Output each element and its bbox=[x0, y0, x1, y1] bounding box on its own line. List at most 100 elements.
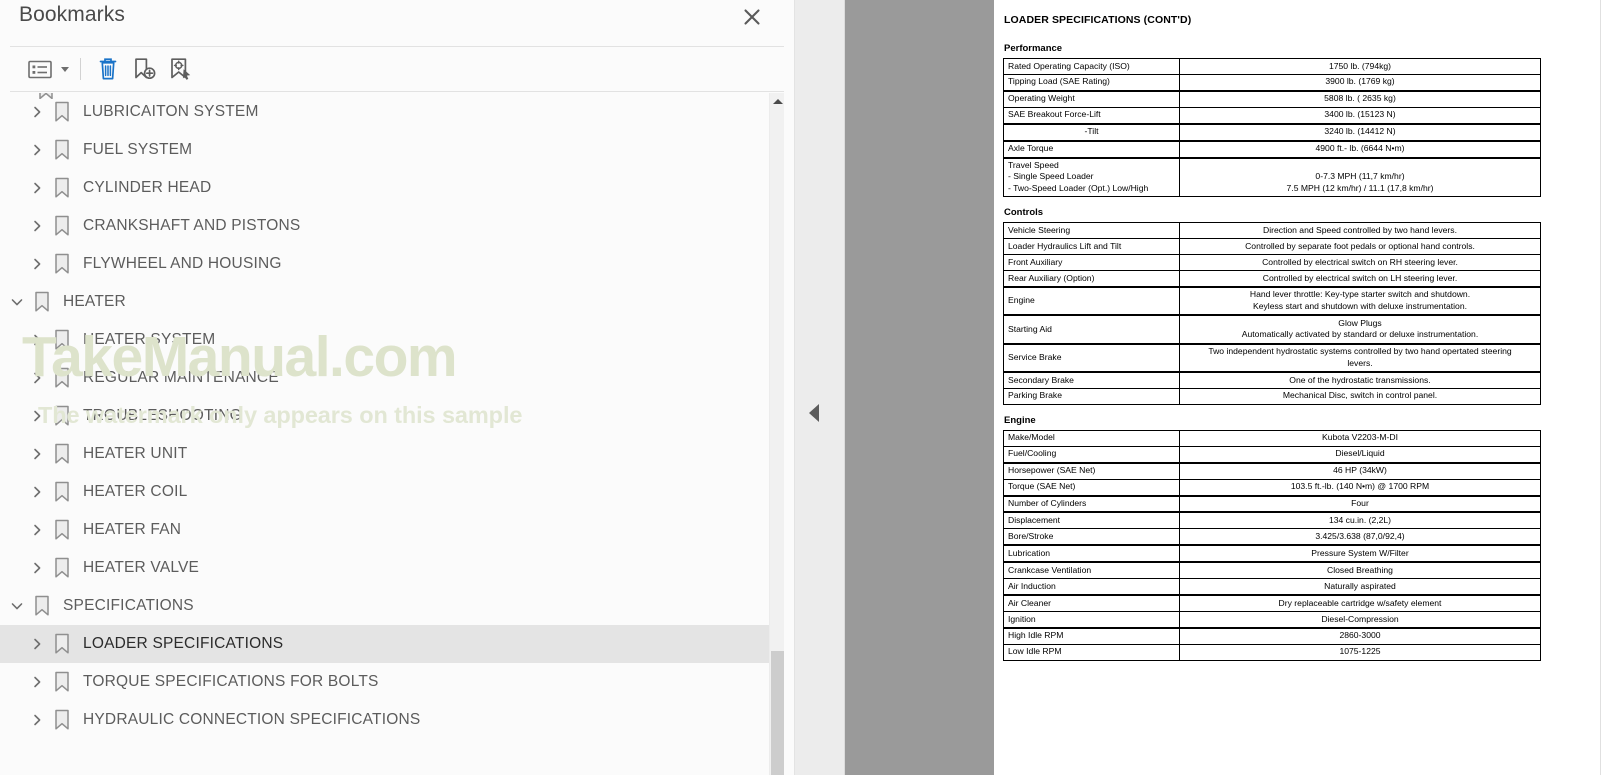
bookmark-item-label: LOADER SPECIFICATIONS bbox=[83, 635, 284, 652]
bookmark-item[interactable]: HEATER UNIT bbox=[0, 435, 771, 473]
bookmark-item-label: HEATER SYSTEM bbox=[83, 331, 216, 348]
bookmark-item[interactable]: LOADER SPECIFICATIONS bbox=[0, 625, 771, 663]
bookmark-item[interactable]: TROUBLESHOOTING bbox=[0, 397, 771, 435]
bookmark-item[interactable]: HEATER VALVE bbox=[0, 549, 771, 587]
spec-key: Torque (SAE Net) bbox=[1003, 478, 1180, 497]
bookmark-icon bbox=[52, 253, 72, 275]
bookmark-icon bbox=[52, 709, 72, 731]
panel-splitter[interactable] bbox=[795, 0, 845, 775]
bookmark-item[interactable]: HEATER bbox=[0, 283, 771, 321]
viewer-scrollbar-edge[interactable] bbox=[1600, 0, 1601, 775]
spec-key: Horsepower (SAE Net) bbox=[1003, 461, 1180, 480]
table-row: Air Cleaner Dry replaceable cartridge w/s… bbox=[1003, 594, 1541, 613]
spec-value: 46 HP (34kW) bbox=[1179, 461, 1541, 480]
spec-key: Make/Model bbox=[1003, 429, 1180, 447]
bookmark-item[interactable]: CYLINDER HEAD bbox=[0, 169, 771, 207]
table-row: Tipping Load (SAE Rating) 3900 lb. (1769 … bbox=[1003, 73, 1541, 92]
spec-value: 1075-1225 bbox=[1179, 643, 1541, 661]
spec-key: Starting Aid bbox=[1003, 314, 1180, 345]
chevron-right-icon[interactable] bbox=[28, 407, 46, 425]
close-icon[interactable] bbox=[738, 3, 766, 31]
collapse-panel-icon[interactable] bbox=[805, 403, 823, 423]
chevron-right-icon[interactable] bbox=[28, 483, 46, 501]
spec-value: Direction and Speed controlled by two ha… bbox=[1179, 222, 1541, 240]
chevron-right-icon[interactable] bbox=[28, 179, 46, 197]
bookmark-icon bbox=[52, 101, 72, 123]
bookmark-item[interactable]: TORQUE SPECIFICATIONS FOR BOLTS bbox=[0, 663, 771, 701]
bookmark-item[interactable]: REGULAR MAINTENANCE bbox=[0, 359, 771, 397]
bookmark-item-label: REGULAR MAINTENANCE bbox=[83, 369, 279, 386]
delete-bookmark-icon[interactable] bbox=[90, 52, 126, 86]
spec-key: Crankcase Ventilation bbox=[1003, 561, 1180, 580]
bookmark-item[interactable]: HEATER COIL bbox=[0, 473, 771, 511]
scrollbar-thumb[interactable] bbox=[771, 651, 784, 775]
chevron-right-icon[interactable] bbox=[28, 711, 46, 729]
bookmark-item[interactable]: CRANKSHAFT AND PISTONS bbox=[0, 207, 771, 245]
set-bookmark-destination-icon[interactable] bbox=[162, 52, 198, 86]
page-title: Bookmarks bbox=[19, 3, 125, 26]
bookmark-item-label: HEATER VALVE bbox=[83, 559, 200, 576]
table-row: Secondary Brake One of the hydrostatic tr… bbox=[1003, 370, 1541, 389]
bookmark-item-label: HYDRAULIC CONNECTION SPECIFICATIONS bbox=[83, 711, 421, 728]
section-heading: Engine bbox=[1004, 414, 1036, 426]
bookmark-item[interactable]: SPECIFICATIONS bbox=[0, 587, 771, 625]
chevron-right-icon[interactable] bbox=[28, 521, 46, 539]
bookmark-item[interactable]: HEATER FAN bbox=[0, 511, 771, 549]
chevron-down-icon[interactable] bbox=[8, 293, 26, 311]
spec-value: Diesel/Liquid bbox=[1179, 445, 1541, 464]
section-heading: Performance bbox=[1004, 43, 1063, 54]
bookmark-icon bbox=[52, 139, 72, 161]
spec-key: Engine bbox=[1003, 285, 1180, 316]
bookmark-item[interactable]: FUEL SYSTEM bbox=[0, 131, 771, 169]
bookmarks-tree[interactable]: LUBRICAITON SYSTEM FUEL SYSTEM CYLINDER HE… bbox=[0, 93, 794, 775]
chevron-down-icon[interactable] bbox=[8, 597, 26, 615]
new-bookmark-icon[interactable] bbox=[126, 52, 162, 86]
table-row: Displacement 134 cu.in. (2,2L) bbox=[1003, 511, 1541, 530]
spec-key: Tipping Load (SAE Rating) bbox=[1003, 73, 1180, 92]
spec-value: 3400 lb. (15123 N) bbox=[1179, 106, 1541, 125]
specification-table: Rated Operating Capacity (ISO) 1750 lb. (… bbox=[1003, 58, 1541, 198]
bookmarks-toolbar bbox=[10, 47, 784, 92]
chevron-right-icon[interactable] bbox=[28, 369, 46, 387]
spec-value: Glow Plugs Automatically activated by st… bbox=[1179, 314, 1541, 345]
bookmarks-panel-header: Bookmarks bbox=[10, 0, 784, 47]
table-row: Low Idle RPM 1075-1225 bbox=[1003, 643, 1541, 661]
chevron-right-icon[interactable] bbox=[28, 635, 46, 653]
bookmark-icon bbox=[52, 633, 72, 655]
spec-value: Naturally aspirated bbox=[1179, 578, 1541, 596]
scroll-up-icon[interactable] bbox=[770, 93, 785, 109]
spec-value: Kubota V2203-M-DI bbox=[1179, 429, 1541, 447]
spec-value: 1750 lb. (794kg) bbox=[1179, 58, 1541, 75]
chevron-right-icon[interactable] bbox=[28, 331, 46, 349]
bookmark-icon bbox=[52, 443, 72, 465]
section-heading: Controls bbox=[1004, 207, 1044, 219]
document-viewer[interactable]: LOADER SPECIFICATIONS (CONT'D) Performan… bbox=[845, 0, 1610, 775]
spec-value: Pressure System W/Filter bbox=[1179, 544, 1541, 563]
chevron-right-icon[interactable] bbox=[28, 141, 46, 159]
chevron-right-icon[interactable] bbox=[28, 559, 46, 577]
chevron-right-icon[interactable] bbox=[28, 103, 46, 121]
bookmark-item[interactable]: HEATER SYSTEM bbox=[0, 321, 771, 359]
spec-value: Four bbox=[1179, 494, 1541, 513]
chevron-right-icon[interactable] bbox=[28, 217, 46, 235]
spec-key: Low Idle RPM bbox=[1003, 643, 1180, 661]
spec-key: Number of Cylinders bbox=[1003, 494, 1180, 513]
chevron-right-icon[interactable] bbox=[28, 255, 46, 273]
table-row: Crankcase Ventilation Closed Breathing bbox=[1003, 561, 1541, 580]
chevron-right-icon[interactable] bbox=[28, 445, 46, 463]
bookmark-item[interactable]: HYDRAULIC CONNECTION SPECIFICATIONS bbox=[0, 701, 771, 739]
table-row: Front Auxiliary Controlled by electrical … bbox=[1003, 254, 1541, 272]
spec-value: Controlled by electrical switch on LH st… bbox=[1179, 270, 1541, 288]
bookmark-item-label: FUEL SYSTEM bbox=[83, 141, 193, 158]
table-row: Number of Cylinders Four bbox=[1003, 494, 1541, 513]
table-row: Lubrication Pressure System W/Filter bbox=[1003, 544, 1541, 563]
bookmark-item[interactable]: LUBRICAITON SYSTEM bbox=[0, 93, 771, 131]
bookmarks-scrollbar[interactable] bbox=[769, 93, 784, 775]
chevron-right-icon[interactable] bbox=[28, 673, 46, 691]
table-row: Ignition Diesel-Compression bbox=[1003, 610, 1541, 629]
bookmark-item[interactable]: FLYWHEEL AND HOUSING bbox=[0, 245, 771, 283]
chevron-down-icon[interactable] bbox=[58, 52, 72, 86]
bookmark-item-label: TROUBLESHOOTING bbox=[83, 407, 242, 424]
table-row: High Idle RPM 2860-3000 bbox=[1003, 626, 1541, 645]
view-options-icon[interactable] bbox=[22, 52, 58, 86]
